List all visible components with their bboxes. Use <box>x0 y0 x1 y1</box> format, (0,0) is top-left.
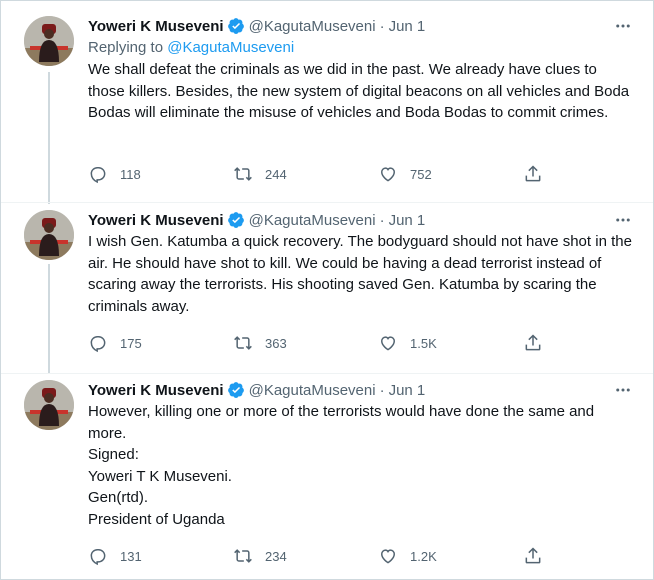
share-icon <box>525 165 541 182</box>
author-handle[interactable]: @KagutaMuseveni <box>249 18 376 35</box>
reply-icon <box>90 167 106 184</box>
like-icon <box>380 167 396 182</box>
tweet-1[interactable]: Yoweri K Museveni @KagutaMuseveni · Jun … <box>1 1 653 201</box>
tweet-date[interactable]: Jun 1 <box>389 212 426 229</box>
reply-count: 131 <box>120 548 142 564</box>
reply-icon <box>90 336 106 353</box>
tweet-header: Yoweri K Museveni @KagutaMuseveni · Jun … <box>88 16 633 36</box>
share-icon <box>525 334 541 351</box>
tweet-text: I wish Gen. Katumba a quick recovery. Th… <box>88 233 632 315</box>
verified-badge-icon <box>227 381 245 399</box>
retweet-count: 244 <box>265 166 287 182</box>
author-name[interactable]: Yoweri K Museveni <box>88 382 224 399</box>
separator-dot: · <box>379 17 385 35</box>
author-handle[interactable]: @KagutaMuseveni <box>249 212 376 229</box>
like-button[interactable]: 1.5K <box>378 333 523 353</box>
author-handle[interactable]: @KagutaMuseveni <box>249 382 376 399</box>
author-name[interactable]: Yoweri K Museveni <box>88 212 224 229</box>
tweet-date[interactable]: Jun 1 <box>389 18 426 35</box>
avatar[interactable] <box>24 380 74 430</box>
like-icon <box>380 549 396 564</box>
retweet-button[interactable]: 234 <box>233 546 378 566</box>
retweet-icon <box>234 549 252 563</box>
retweet-icon <box>234 336 252 350</box>
retweet-button[interactable]: 363 <box>233 333 378 353</box>
reply-button[interactable]: 175 <box>88 333 233 353</box>
verified-badge-icon <box>227 17 245 35</box>
like-button[interactable]: 752 <box>378 164 523 184</box>
more-options-icon[interactable] <box>613 380 633 400</box>
share-icon <box>525 547 541 564</box>
avatar[interactable] <box>24 16 74 66</box>
avatar[interactable] <box>24 210 74 260</box>
tweet-3[interactable]: Yoweri K Museveni @KagutaMuseveni · Jun … <box>1 374 653 579</box>
more-options-icon[interactable] <box>613 210 633 230</box>
tweet-2[interactable]: Yoweri K Museveni @KagutaMuseveni · Jun … <box>1 203 653 373</box>
like-icon <box>380 336 396 351</box>
separator-dot: · <box>379 381 385 399</box>
tweet-thread: Yoweri K Museveni @KagutaMuseveni · Jun … <box>0 0 654 580</box>
reply-icon <box>90 549 106 566</box>
like-count: 1.5K <box>410 335 437 351</box>
share-button[interactable] <box>523 333 545 353</box>
replying-to-mention[interactable]: @KagutaMuseveni <box>167 39 294 56</box>
reply-count: 118 <box>120 166 141 182</box>
verified-badge-icon <box>227 211 245 229</box>
like-count: 752 <box>410 166 432 182</box>
separator-dot: · <box>379 211 385 229</box>
share-button[interactable] <box>523 546 545 566</box>
tweet-actions: 131 234 1.2K <box>88 545 548 567</box>
replying-to-label: Replying to <box>88 39 164 56</box>
author-name[interactable]: Yoweri K Museveni <box>88 18 224 35</box>
tweet-text: However, killing one or more of the terr… <box>88 403 595 528</box>
tweet-header: Yoweri K Museveni @KagutaMuseveni · Jun … <box>88 380 633 400</box>
retweet-count: 363 <box>265 335 287 351</box>
tweet-actions: 175 363 1.5K <box>88 332 548 354</box>
tweet-date[interactable]: Jun 1 <box>389 382 426 399</box>
retweet-button[interactable]: 244 <box>233 164 378 184</box>
retweet-icon <box>234 167 252 181</box>
tweet-header: Yoweri K Museveni @KagutaMuseveni · Jun … <box>88 210 633 230</box>
tweet-actions: 118 244 752 <box>88 163 548 185</box>
reply-count: 175 <box>120 335 142 351</box>
like-button[interactable]: 1.2K <box>378 546 523 566</box>
reply-button[interactable]: 118 <box>88 164 233 184</box>
tweet-text: We shall defeat the criminals as we did … <box>88 61 630 121</box>
reply-button[interactable]: 131 <box>88 546 233 566</box>
share-button[interactable] <box>523 164 545 184</box>
like-count: 1.2K <box>410 548 437 564</box>
retweet-count: 234 <box>265 548 287 564</box>
more-options-icon[interactable] <box>613 16 633 36</box>
replying-to-line: Replying to @KagutaMuseveni <box>88 38 633 58</box>
